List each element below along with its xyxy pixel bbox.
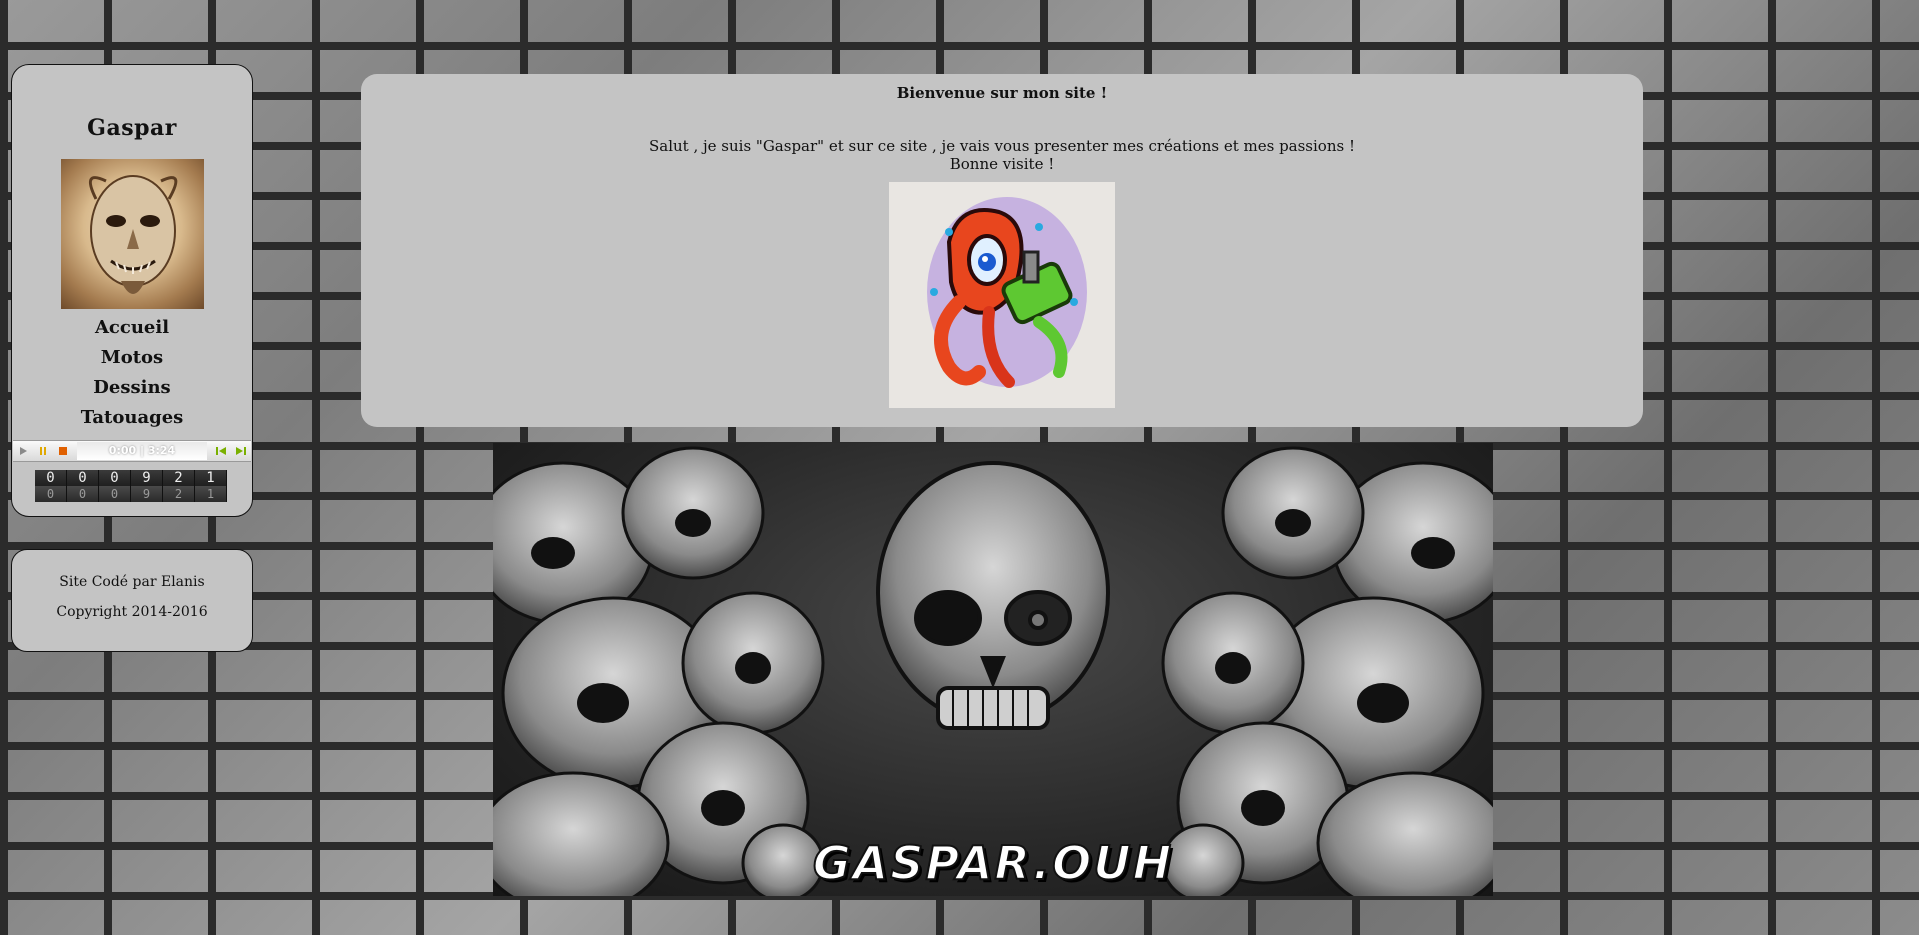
time-readout: 0:00 | 3:24	[108, 444, 176, 457]
nav-item-accueil[interactable]: Accueil	[12, 313, 252, 343]
welcome-intro: Salut , je suis "Gaspar" et sur ce site …	[361, 137, 1643, 173]
skull-banner-image: GASPAR.OUH	[493, 443, 1493, 896]
play-icon	[20, 447, 27, 455]
welcome-heading: Bienvenue sur mon site !	[896, 84, 1108, 102]
credit-author: Site Codé par Elanis	[59, 574, 205, 590]
audio-player: 0:00 | 3:24	[13, 440, 251, 462]
previous-icon	[216, 447, 226, 455]
intro-line: Bonne visite !	[949, 155, 1055, 173]
demon-face-icon	[88, 175, 177, 294]
welcome-panel: Bienvenue sur mon site ! Salut , je suis…	[361, 74, 1643, 427]
play-button[interactable]	[13, 442, 33, 460]
counter-digit: 00	[35, 470, 67, 502]
octopus-tattoo-icon	[927, 197, 1087, 388]
counter-digit: 22	[163, 470, 195, 502]
main-nav: Accueil Motos Dessins Tatouages	[12, 313, 252, 433]
copyright-text: Copyright 2014-2016	[56, 604, 208, 620]
stop-button[interactable]	[53, 442, 73, 460]
octopus-artwork-image	[889, 182, 1115, 408]
nav-item-tatouages[interactable]: Tatouages	[12, 403, 252, 433]
avatar-image	[60, 159, 204, 309]
credits-panel: Site Codé par Elanis Copyright 2014-2016	[11, 549, 253, 652]
playback-time[interactable]: 0:00 | 3:24	[77, 442, 207, 460]
counter-digit: 00	[67, 470, 99, 502]
pause-icon	[40, 447, 46, 455]
pause-button[interactable]	[33, 442, 53, 460]
intro-line: Salut , je suis "Gaspar" et sur ce site …	[649, 137, 1355, 155]
nav-item-dessins[interactable]: Dessins	[12, 373, 252, 403]
counter-digit: 11	[195, 470, 227, 502]
side-menu-panel: Gaspar Accueil Motos Dessins Tatouages 0…	[11, 64, 253, 517]
counter-digit: 00	[99, 470, 131, 502]
counter-digit: 99	[131, 470, 163, 502]
previous-button[interactable]	[211, 442, 231, 460]
next-button[interactable]	[231, 442, 251, 460]
stop-icon	[59, 447, 67, 455]
banner-logo-text: GASPAR.OUH	[812, 835, 1174, 891]
visit-counter: 00 00 00 99 22 11	[35, 470, 227, 502]
site-title: Gaspar	[87, 115, 177, 141]
skulls-illustration-icon	[493, 446, 1493, 896]
nav-item-motos[interactable]: Motos	[12, 343, 252, 373]
next-icon	[236, 447, 246, 455]
